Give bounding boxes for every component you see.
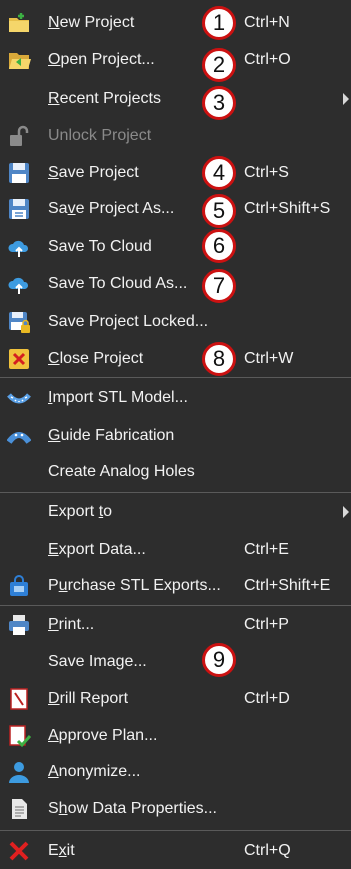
- menu-item-recent-projects[interactable]: Recent Projects: [0, 81, 351, 117]
- menu-item-approve-plan[interactable]: Approve Plan...: [0, 718, 351, 754]
- menu-item-unlock-project[interactable]: Unlock Project: [0, 118, 351, 154]
- menu-item-save-image[interactable]: Save Image...: [0, 644, 351, 680]
- import-stl-icon: [7, 386, 31, 410]
- annotation-badge: 4: [202, 156, 236, 190]
- submenu-arrow-icon: [343, 93, 349, 105]
- menu-item-guide-fabrication[interactable]: Guide Fabrication: [0, 418, 351, 454]
- menu-separator: [0, 377, 351, 378]
- menu-item-save-project-locked[interactable]: Save Project Locked...: [0, 304, 351, 340]
- user-icon: [7, 760, 31, 784]
- menu-item-new-project[interactable]: New Project Ctrl+N: [0, 5, 351, 41]
- annotation-badge: 3: [202, 86, 236, 120]
- close-project-icon: [7, 347, 31, 371]
- menu-item-print[interactable]: Print... Ctrl+P: [0, 607, 351, 643]
- cloud-upload-icon: [7, 235, 31, 259]
- menu-item-export-to[interactable]: Export to: [0, 494, 351, 530]
- drill-report-icon: [7, 687, 31, 711]
- purchase-bag-icon: [7, 574, 31, 598]
- annotation-badge: 9: [202, 643, 236, 677]
- cloud-upload-as-icon: [7, 272, 31, 296]
- open-project-icon: [7, 48, 31, 72]
- menu-item-exit[interactable]: Exit Ctrl+Q: [0, 833, 351, 869]
- menu-item-import-stl-model[interactable]: Import STL Model...: [0, 380, 351, 416]
- menu-item-save-project-as[interactable]: Save Project As... Ctrl+Shift+S: [0, 191, 351, 227]
- menu-item-save-to-cloud-as[interactable]: Save To Cloud As...: [0, 266, 351, 302]
- menu-separator: [0, 830, 351, 831]
- new-project-icon: [7, 11, 31, 35]
- menu-item-anonymize[interactable]: Anonymize...: [0, 754, 351, 790]
- annotation-badge: 5: [202, 194, 236, 228]
- annotation-badge: 8: [202, 342, 236, 376]
- guide-fabrication-icon: [7, 424, 31, 448]
- menu-item-export-data[interactable]: Export Data... Ctrl+E: [0, 532, 351, 568]
- save-icon: [7, 161, 31, 185]
- printer-icon: [7, 613, 31, 637]
- exit-icon: [7, 839, 31, 863]
- save-locked-icon: [7, 310, 31, 334]
- submenu-arrow-icon: [343, 506, 349, 518]
- annotation-badge: 7: [202, 269, 236, 303]
- menu-separator: [0, 492, 351, 493]
- annotation-badge: 2: [202, 48, 236, 82]
- unlock-icon: [7, 124, 31, 148]
- annotation-badge: 6: [202, 229, 236, 263]
- menu-item-save-to-cloud[interactable]: Save To Cloud: [0, 229, 351, 265]
- menu-separator: [0, 605, 351, 606]
- save-as-icon: [7, 197, 31, 221]
- menu-item-show-data-properties[interactable]: Show Data Properties...: [0, 791, 351, 827]
- document-icon: [7, 797, 31, 821]
- file-menu: New Project Ctrl+N Open Project... Ctrl+…: [0, 0, 351, 861]
- menu-item-save-project[interactable]: Save Project Ctrl+S: [0, 155, 351, 191]
- menu-item-open-project[interactable]: Open Project... Ctrl+O: [0, 42, 351, 78]
- menu-item-create-analog-holes[interactable]: Create Analog Holes: [0, 454, 351, 490]
- menu-item-drill-report[interactable]: Drill Report Ctrl+D: [0, 681, 351, 717]
- annotation-badge: 1: [202, 6, 236, 40]
- menu-item-close-project[interactable]: Close Project Ctrl+W: [0, 341, 351, 377]
- menu-item-purchase-stl-exports[interactable]: Purchase STL Exports... Ctrl+Shift+E: [0, 568, 351, 604]
- approve-plan-icon: [7, 724, 31, 748]
